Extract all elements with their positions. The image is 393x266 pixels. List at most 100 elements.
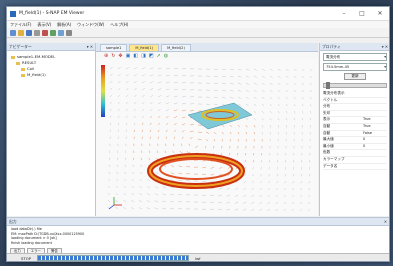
property-value — [363, 164, 387, 170]
property-value — [363, 98, 387, 104]
upper-coil — [187, 102, 253, 130]
navigator-panel: ナビゲーター ▾ ✕ sample1-EM-MODEL RESULT Coil … — [7, 43, 96, 216]
threshold-slider[interactable] — [323, 82, 387, 89]
property-value: 0 — [363, 143, 366, 148]
property-key: 最小値 — [323, 143, 334, 148]
toolbar — [7, 28, 389, 38]
property-value — [363, 104, 387, 110]
close-icon[interactable]: ✕ — [384, 219, 387, 224]
contour-icon[interactable]: ◍ — [164, 53, 168, 59]
open-icon[interactable] — [18, 29, 24, 36]
save-icon[interactable] — [26, 29, 32, 36]
field-visualization — [101, 65, 313, 212]
property-key: 色数 — [323, 150, 331, 155]
property-key: ベクトル — [323, 97, 338, 102]
fit-icon[interactable]: ▣ — [126, 53, 131, 59]
menu-file[interactable]: ファイル(F) — [10, 22, 31, 28]
progress-bar — [37, 255, 190, 261]
property-grid: 電流分布表示 ベクトル 分布 矢印 表示 True 自動 True 自動 False 最大値 0 最小値… — [323, 91, 387, 171]
vector-field-arrows — [107, 67, 313, 212]
property-row[interactable]: 最大値 0 — [323, 137, 387, 144]
rotate-icon[interactable]: ↻ — [111, 53, 115, 59]
settings-icon[interactable] — [66, 29, 72, 36]
title-bar: M_field(1) - S-NAP EM Viewer – □ ✕ — [7, 7, 389, 21]
status-bar: STOP lwf — [7, 253, 389, 261]
view-side-icon[interactable]: ◩ — [149, 53, 154, 59]
property-value — [363, 157, 387, 163]
property-key: 表示 — [323, 117, 331, 122]
property-key: 最大値 — [323, 137, 334, 142]
status-text: STOP — [21, 255, 32, 261]
property-row[interactable]: データ名 — [323, 164, 387, 171]
pin-icon[interactable]: ▾ ✕ — [382, 44, 388, 49]
navigator-title: ナビゲーター — [9, 43, 32, 49]
file-icon — [21, 73, 25, 77]
tab-m-field-1[interactable]: M_field(1) — [129, 44, 160, 51]
folder-icon — [11, 55, 15, 59]
app-icon — [10, 10, 16, 17]
file-icon — [21, 67, 25, 71]
view-front-icon[interactable]: ◧ — [133, 53, 138, 59]
property-row[interactable]: 最小値 0 — [323, 144, 387, 151]
app-window: M_field(1) - S-NAP EM Viewer – □ ✕ ファイル(… — [6, 6, 390, 262]
output-panel: 出力 ✕ load dataDir(.) file EM: maxPath D:… — [7, 217, 389, 254]
property-row[interactable]: 表示 True — [323, 117, 387, 124]
slider-handle[interactable] — [326, 82, 330, 89]
property-value: 0 — [363, 137, 366, 142]
lower-coil — [147, 153, 245, 189]
folder-icon — [16, 61, 20, 65]
pan-icon[interactable]: ✥ — [118, 53, 122, 59]
display-type-select[interactable]: 電流分布 ▾ — [323, 53, 387, 61]
chevron-down-icon: ▾ — [384, 55, 386, 59]
property-row[interactable]: 色数 — [323, 150, 387, 157]
menu-view[interactable]: 表示(V) — [37, 22, 51, 28]
output-header: 出力 ✕ — [7, 218, 389, 226]
tab-m-field-2[interactable]: M_field(2) — [161, 44, 191, 51]
print-icon[interactable] — [34, 29, 40, 36]
view-top-icon[interactable]: ◨ — [141, 53, 146, 59]
property-row[interactable]: ベクトル — [323, 98, 387, 105]
property-row[interactable]: 矢印 — [323, 111, 387, 118]
menu-window[interactable]: ウィンドウ(W) — [77, 22, 104, 28]
minimize-button[interactable]: – — [335, 10, 353, 17]
chevron-down-icon: ▾ — [384, 65, 386, 69]
menu-bar: ファイル(F) 表示(V) 解析(A) ウィンドウ(W) ヘルプ(H) — [7, 21, 389, 28]
property-row[interactable]: カラーマップ — [323, 157, 387, 164]
property-value: True — [363, 123, 371, 128]
update-button[interactable]: 更新 — [344, 73, 366, 80]
output-title: 出力 — [9, 218, 17, 224]
menu-help[interactable]: ヘルプ(H) — [110, 22, 128, 28]
cut-icon[interactable] — [42, 29, 48, 36]
vector-icon[interactable]: ➚ — [157, 53, 161, 59]
property-value — [363, 150, 387, 156]
document-tabs: sample1 M_field(1) M_field(2) — [96, 43, 318, 52]
property-header: プロパティ ▾ ✕ — [320, 43, 389, 51]
property-value — [363, 111, 387, 117]
run-icon[interactable] — [50, 29, 56, 36]
property-key: 矢印 — [323, 110, 331, 115]
refresh-icon[interactable] — [58, 29, 64, 36]
range-select[interactable]: 754.5mm-45 ▾ — [323, 63, 387, 71]
property-row[interactable]: 分布 — [323, 104, 387, 111]
property-row[interactable]: 電流分布表示 — [323, 91, 387, 98]
close-button[interactable]: ✕ — [371, 10, 389, 17]
navigator-header: ナビゲーター ▾ ✕ — [7, 43, 95, 51]
property-key: 分布 — [323, 104, 331, 109]
maximize-button[interactable]: □ — [353, 10, 371, 17]
progress-fill — [38, 256, 189, 260]
property-key: 自動 — [323, 123, 331, 128]
property-row[interactable]: 自動 True — [323, 124, 387, 131]
zoom-icon[interactable]: ⊕ — [104, 53, 108, 59]
property-key: 電流分布表示 — [323, 91, 345, 95]
3d-canvas[interactable] — [96, 59, 318, 216]
property-key: 自動 — [323, 130, 331, 135]
menu-analysis[interactable]: 解析(A) — [57, 22, 71, 28]
property-panel: プロパティ ▾ ✕ 電流分布 ▾ 754.5mm-45 ▾ 更新 電流分布表示 ベクト… — [319, 43, 389, 216]
property-value — [363, 91, 387, 97]
color-scale-bar — [101, 65, 105, 117]
tree-item[interactable]: M_field(1) — [11, 72, 91, 78]
log-text: load dataDir(.) file EM: maxPath D:\TGDB… — [7, 226, 389, 246]
tab-sample1[interactable]: sample1 — [100, 44, 128, 51]
new-icon[interactable] — [10, 29, 16, 36]
pin-icon[interactable]: ▾ ✕ — [87, 44, 93, 49]
